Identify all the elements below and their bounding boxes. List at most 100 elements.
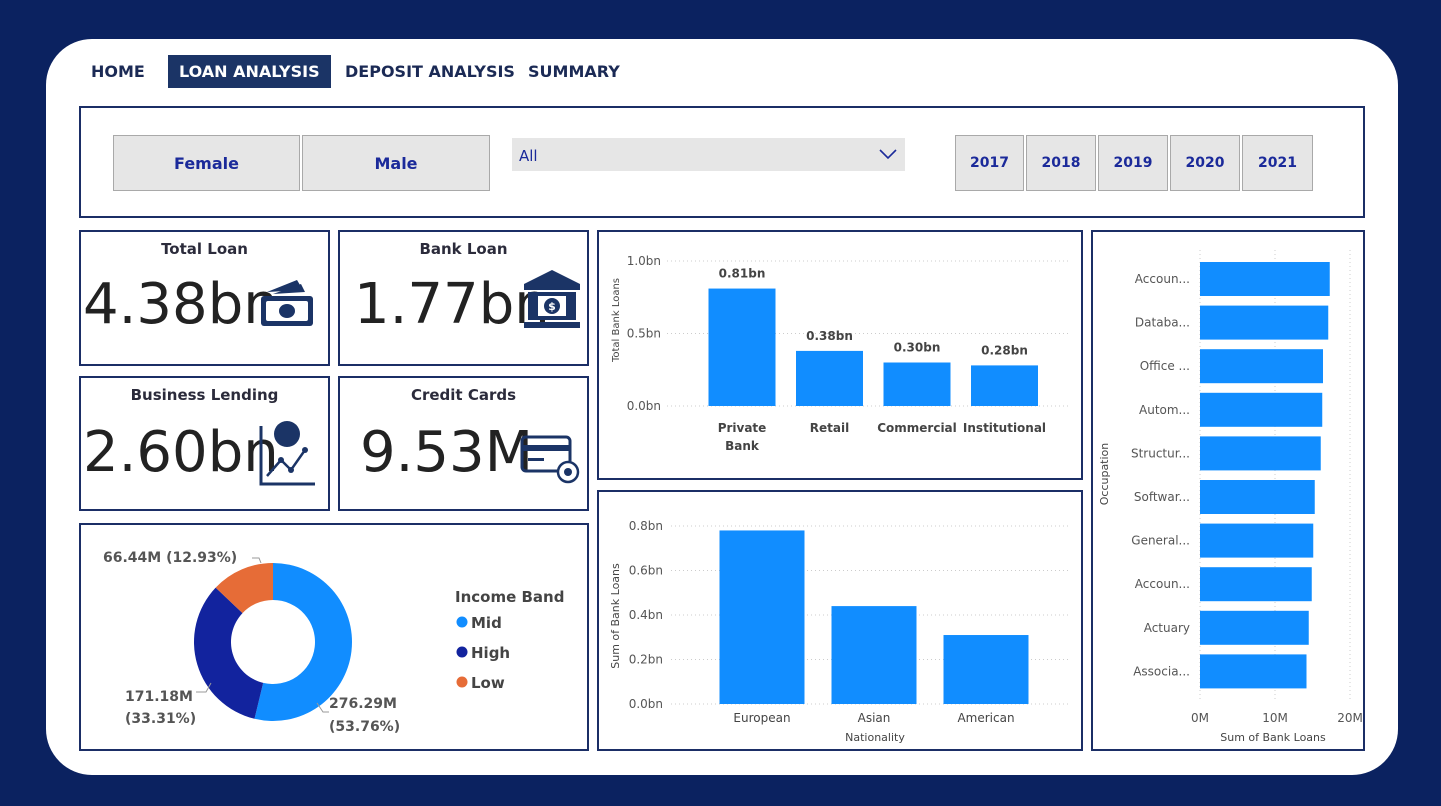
- bar[interactable]: [1200, 567, 1312, 602]
- y-tick-label: 0.0bn: [627, 399, 661, 413]
- bank-type-bar-chart: 0.0bn 0.5bn 1.0bn 0.81bn Private Bank 0.38bn R…: [597, 230, 1083, 480]
- y-axis-title: Occupation: [1098, 443, 1111, 506]
- bar[interactable]: [719, 530, 805, 704]
- kpi-title: Credit Cards: [410, 386, 517, 404]
- kpi-value: 2.60bn: [83, 420, 279, 485]
- occupation-dropdown[interactable]: All: [512, 138, 905, 171]
- x-tick-label: Retail: [810, 421, 849, 435]
- y-tick-label: Accoun...: [1135, 577, 1190, 591]
- gender-male-button[interactable]: Male: [302, 135, 490, 191]
- y-tick-label: 0.6bn: [629, 564, 663, 578]
- bar[interactable]: [831, 606, 917, 704]
- legend-title: Income Band: [455, 588, 564, 606]
- money-icon: [261, 280, 313, 326]
- data-label: 0.38bn: [806, 329, 853, 343]
- mid-data-label-percent: (53.76%): [329, 719, 400, 735]
- legend-item-mid: Mid: [471, 614, 502, 632]
- bar[interactable]: [1200, 610, 1309, 645]
- bank-type-svg: 0.0bn 0.5bn 1.0bn 0.81bn Private Bank 0.38bn R…: [611, 254, 1071, 453]
- x-tick-label: Institutional: [963, 421, 1046, 435]
- year-2019-button[interactable]: 2019: [1098, 135, 1168, 191]
- x-tick-label: American: [957, 711, 1014, 725]
- y-tick-label: 1.0bn: [627, 254, 661, 268]
- tab-home[interactable]: HOME: [80, 55, 156, 88]
- bar[interactable]: [943, 635, 1029, 704]
- kpi-value: 1.77bn: [354, 272, 550, 337]
- x-axis-title: Sum of Bank Loans: [1220, 731, 1326, 744]
- growth-chart-icon: [259, 421, 315, 486]
- bar[interactable]: [1200, 305, 1329, 340]
- bar[interactable]: [1200, 262, 1330, 296]
- nationality-bar-chart: 0.0bn 0.2bn 0.4bn 0.6bn 0.8bn European Asian A…: [597, 490, 1083, 751]
- y-tick-label: Databa...: [1135, 316, 1190, 330]
- credit-card-icon: [520, 435, 580, 484]
- x-tick-label: 20M: [1337, 711, 1363, 725]
- x-tick-label: European: [733, 711, 790, 725]
- bank-icon: $: [524, 270, 580, 328]
- tab-loan-analysis[interactable]: LOAN ANALYSIS: [168, 55, 331, 88]
- kpi-title: Total Loan: [161, 240, 248, 258]
- kpi-title: Bank Loan: [419, 240, 508, 258]
- y-tick-label: General...: [1131, 534, 1190, 548]
- y-tick-label: Structur...: [1131, 446, 1190, 460]
- kpi-credit-cards: Credit Cards 9.53M: [338, 376, 589, 511]
- x-tick-label: 0M: [1191, 711, 1209, 725]
- donut-slice-high[interactable]: [193, 587, 264, 719]
- data-label: 0.30bn: [894, 341, 941, 355]
- x-axis-title: Nationality: [845, 731, 905, 744]
- kpi-business-lending: Business Lending 2.60bn: [79, 376, 330, 511]
- bar[interactable]: [1200, 392, 1323, 427]
- tab-summary[interactable]: SUMMARY: [517, 55, 631, 88]
- x-tick-label: Private: [718, 421, 767, 435]
- chevron-down-icon: [879, 149, 897, 160]
- x-tick-label: Asian: [858, 711, 891, 725]
- mid-data-label-value: 276.29M: [329, 696, 397, 712]
- occupation-svg: 0M 10M 20M Accoun... Databa... Office ... Aut…: [1098, 250, 1363, 744]
- x-tick-label: Bank: [725, 439, 760, 453]
- y-tick-label: Office ...: [1140, 359, 1190, 373]
- y-axis-title: Sum of Bank Loans: [609, 563, 622, 669]
- bar[interactable]: [796, 350, 863, 406]
- year-2020-button[interactable]: 2020: [1170, 135, 1240, 191]
- data-label: 0.81bn: [719, 267, 766, 281]
- y-tick-label: 0.8bn: [629, 519, 663, 533]
- y-tick-label: Autom...: [1139, 403, 1190, 417]
- income-band-donut-chart: 66.44M (12.93%) 276.29M (53.76%) 171.18M…: [79, 523, 589, 751]
- bar[interactable]: [708, 288, 776, 406]
- bar[interactable]: [883, 362, 951, 407]
- y-tick-label: 0.5bn: [627, 327, 661, 341]
- y-tick-label: Accoun...: [1135, 272, 1190, 286]
- legend-item-high: High: [471, 644, 510, 662]
- y-axis-title: Total Bank Loans: [611, 278, 622, 363]
- dropdown-value: All: [519, 147, 538, 165]
- y-tick-label: 0.4bn: [629, 608, 663, 622]
- year-2021-button[interactable]: 2021: [1242, 135, 1313, 191]
- donut-svg: 66.44M (12.93%) 276.29M (53.76%) 171.18M…: [103, 550, 564, 735]
- bar[interactable]: [1200, 480, 1315, 514]
- gender-female-button[interactable]: Female: [113, 135, 300, 191]
- tab-deposit-analysis[interactable]: DEPOSIT ANALYSIS: [334, 55, 526, 88]
- kpi-total-loan: Total Loan 4.38bn: [79, 230, 330, 366]
- y-tick-label: Softwar...: [1134, 490, 1190, 504]
- legend-marker-mid: [456, 616, 468, 628]
- low-data-label: 66.44M (12.93%): [103, 550, 237, 566]
- bar[interactable]: [1200, 349, 1323, 384]
- year-2017-button[interactable]: 2017: [955, 135, 1024, 191]
- kpi-value: 9.53M: [360, 420, 534, 485]
- bar[interactable]: [1200, 436, 1321, 471]
- occupation-bar-chart: 0M 10M 20M Accoun... Databa... Office ... Aut…: [1091, 230, 1365, 751]
- kpi-value: 4.38bn: [83, 272, 279, 337]
- bar[interactable]: [971, 365, 1038, 406]
- bar[interactable]: [1200, 523, 1314, 558]
- kpi-bank-loan: Bank Loan 1.77bn $: [338, 230, 589, 366]
- year-2018-button[interactable]: 2018: [1026, 135, 1096, 191]
- y-tick-label: Associa...: [1133, 664, 1190, 678]
- high-data-label-percent: (33.31%): [125, 711, 196, 727]
- y-tick-label: 0.2bn: [629, 653, 663, 667]
- y-tick-label: 0.0bn: [629, 697, 663, 711]
- kpi-title: Business Lending: [130, 386, 279, 404]
- x-tick-label: Commercial: [877, 421, 957, 435]
- bar[interactable]: [1200, 654, 1307, 689]
- legend-marker-high: [456, 646, 468, 658]
- high-data-label-value: 171.18M: [125, 689, 193, 705]
